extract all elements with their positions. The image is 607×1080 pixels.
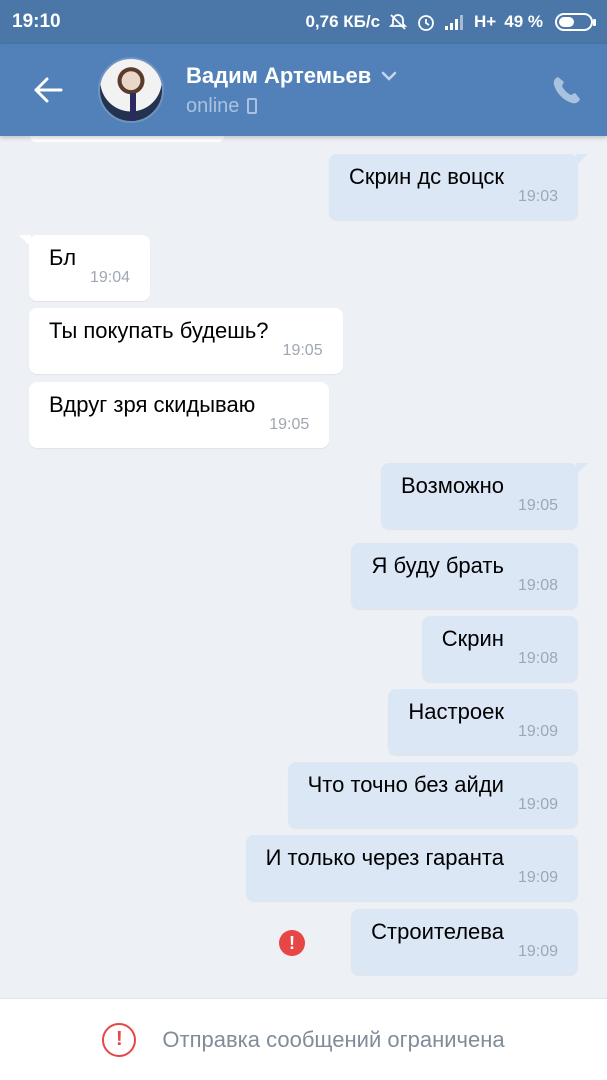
- message-bubble[interactable]: Скрин дс воцск 19:03: [329, 154, 588, 220]
- message-text: Скрин: [441, 626, 504, 651]
- status-bar: 19:10 0,76 КБ/с H+ 49 %: [0, 0, 607, 44]
- signal-icon: [444, 14, 466, 30]
- message-time: 19:05: [282, 342, 323, 359]
- message-time: 19:03: [517, 188, 558, 205]
- battery-icon: [555, 13, 596, 31]
- message-bubble[interactable]: Возможно 19:05: [380, 463, 589, 529]
- chevron-down-icon: [382, 71, 397, 81]
- message-text: Бл: [49, 245, 77, 270]
- message-text: Возможно: [400, 473, 504, 498]
- chat-header: Вадим Артемьев online: [0, 44, 607, 136]
- message-time: 19:09: [517, 943, 558, 960]
- arrow-left-icon: [34, 77, 63, 103]
- message-text: Ты покупать будешь?: [49, 318, 269, 343]
- message-time: 19:09: [517, 723, 558, 740]
- alarm-clock-icon: [416, 12, 436, 32]
- contact-info[interactable]: Вадим Артемьев online: [186, 63, 397, 118]
- message-text: И только через гаранта: [265, 845, 504, 870]
- restriction-notice: ! Отправка сообщений ограничена: [0, 998, 607, 1080]
- message-text: Я буду брать: [371, 553, 504, 578]
- message-time: 19:04: [90, 269, 131, 286]
- message-text: Скрин дс воцск: [349, 164, 504, 189]
- message-bubble[interactable]: Скрин 19:08: [421, 616, 578, 682]
- contact-name: Вадим Артемьев: [186, 62, 372, 88]
- message-bubble[interactable]: Настроек 19:09: [388, 689, 578, 755]
- send-error-icon[interactable]: !: [279, 930, 305, 956]
- message-list[interactable]: Скрин дс воцск 19:03 Бл 19:04 Ты покупат…: [0, 136, 607, 998]
- status-indicators: 0,76 КБ/с H+ 49 %: [305, 12, 596, 32]
- message-time: 19:08: [517, 577, 558, 594]
- message-time: 19:09: [517, 796, 558, 813]
- message-text: Что точно без айди: [307, 772, 504, 797]
- phone-icon: [553, 77, 580, 104]
- avatar[interactable]: [98, 57, 164, 123]
- mobile-icon: [247, 98, 258, 114]
- message-bubble[interactable]: И только через гаранта 19:09: [245, 835, 578, 901]
- message-time: 19:09: [517, 869, 558, 886]
- network-type: H+: [474, 12, 497, 31]
- message-bubble[interactable]: Что точно без айди 19:09: [287, 762, 578, 828]
- back-button[interactable]: [22, 64, 74, 116]
- restriction-text: Отправка сообщений ограничена: [162, 1026, 505, 1052]
- status-time: 19:10: [12, 11, 61, 32]
- battery-percent: 49 %: [504, 12, 543, 31]
- message-bubble-failed[interactable]: Строителева 19:09: [351, 909, 578, 975]
- previous-message-edge: [30, 136, 224, 142]
- muted-bell-icon: [388, 12, 408, 32]
- message-text: Строителева: [371, 919, 504, 944]
- message-bubble[interactable]: Бл 19:04: [18, 235, 151, 301]
- message-time: 19:08: [517, 650, 558, 667]
- message-text: Настроек: [408, 699, 504, 724]
- message-time: 19:05: [269, 416, 310, 433]
- online-status: online: [186, 94, 240, 117]
- exclamation-circle-icon: !: [102, 1022, 137, 1057]
- message-bubble[interactable]: Вдруг зря скидываю 19:05: [29, 382, 330, 448]
- message-time: 19:05: [517, 497, 558, 514]
- message-bubble[interactable]: Я буду брать 19:08: [351, 543, 578, 609]
- message-bubble[interactable]: Ты покупать будешь? 19:05: [29, 308, 343, 374]
- call-button[interactable]: [549, 72, 585, 108]
- network-speed: 0,76 КБ/с: [305, 12, 381, 31]
- message-text: Вдруг зря скидываю: [49, 392, 256, 417]
